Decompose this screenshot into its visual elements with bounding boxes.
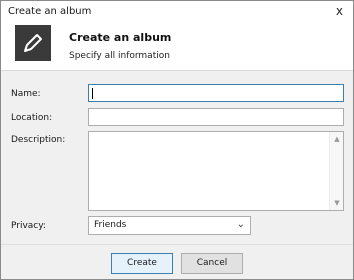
header-subtitle: Specify all information	[69, 51, 170, 61]
privacy-value: Friends	[94, 220, 127, 230]
chevron-down-icon: ⌄	[236, 219, 245, 230]
name-field[interactable]	[88, 84, 344, 102]
description-label: Description:	[11, 135, 66, 145]
description-field[interactable]: ▲ ▼	[88, 131, 344, 211]
pencil-icon	[15, 25, 51, 61]
header-title: Create an album	[69, 31, 172, 44]
title-bar: Create an album x	[1, 1, 353, 23]
privacy-label: Privacy:	[11, 221, 46, 231]
dialog-window: Create an album x Create an album Specif…	[0, 0, 354, 280]
text-caret	[92, 88, 93, 99]
location-label: Location:	[11, 113, 53, 123]
name-label: Name:	[11, 89, 41, 99]
close-button[interactable]: x	[336, 5, 343, 17]
create-button[interactable]: Create	[111, 253, 173, 274]
privacy-select[interactable]: Friends ⌄	[88, 216, 251, 235]
scroll-down-icon[interactable]: ▼	[333, 199, 341, 207]
scroll-up-icon[interactable]: ▲	[333, 135, 341, 143]
window-title: Create an album	[8, 6, 92, 17]
cancel-button[interactable]: Cancel	[181, 253, 243, 274]
description-scrollbar[interactable]: ▲ ▼	[329, 132, 343, 210]
location-field[interactable]	[88, 108, 344, 126]
footer-divider	[1, 244, 353, 245]
dialog-header: Create an album Specify all information	[1, 23, 353, 71]
